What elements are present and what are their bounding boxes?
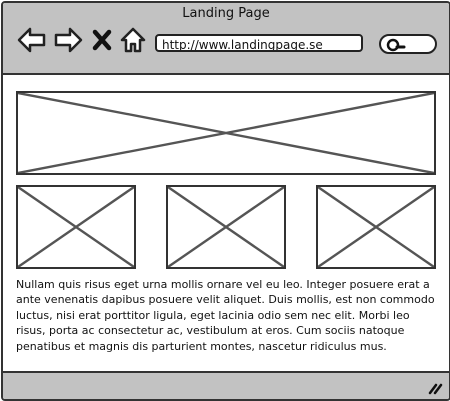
- close-x-icon: [92, 29, 112, 51]
- resize-grip[interactable]: [427, 379, 443, 395]
- thumbnail-placeholder-2: [166, 185, 286, 269]
- page-content: Nullam quis risus eget urna mollis ornar…: [3, 75, 449, 371]
- home-icon: [120, 27, 146, 53]
- back-arrow-icon: [17, 27, 46, 53]
- image-placeholder-icon: [18, 93, 434, 173]
- image-placeholder-icon: [18, 187, 134, 267]
- browser-titlebar: Landing Page http://www.landingpage.se: [3, 3, 449, 75]
- hero-image-placeholder: [16, 91, 436, 175]
- thumbnail-placeholder-3: [316, 185, 436, 269]
- forward-button[interactable]: [53, 25, 83, 55]
- home-button[interactable]: [119, 25, 149, 55]
- browser-window: Landing Page http://www.landingpage.se N…: [1, 1, 450, 401]
- body-paragraph: Nullam quis risus eget urna mollis ornar…: [16, 278, 435, 353]
- status-bar: [3, 371, 449, 399]
- back-button[interactable]: [17, 25, 47, 55]
- window-title: Landing Page: [182, 6, 270, 21]
- search-icon: [386, 38, 406, 52]
- forward-arrow-icon: [54, 27, 83, 53]
- search-field[interactable]: [379, 34, 437, 54]
- resize-grip-icon: [428, 383, 443, 395]
- thumbnail-placeholder-1: [16, 185, 136, 269]
- image-placeholder-icon: [318, 187, 434, 267]
- url-input[interactable]: http://www.landingpage.se: [155, 34, 363, 52]
- stop-button[interactable]: [91, 25, 113, 55]
- image-placeholder-icon: [168, 187, 284, 267]
